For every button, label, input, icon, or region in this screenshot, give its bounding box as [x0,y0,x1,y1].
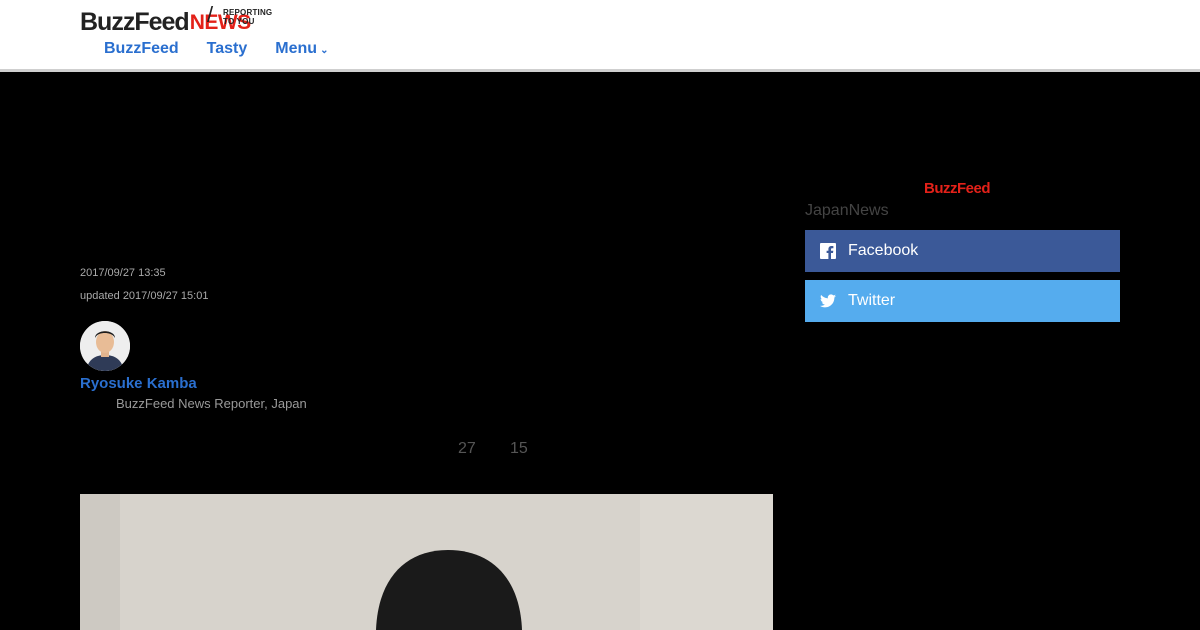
twitter-share-label: Twitter [848,292,896,309]
main-nav: BuzzFeed Tasty Menu ⌄ [104,40,328,60]
nav-item-buzzfeed[interactable]: BuzzFeed [104,40,179,60]
hero-photo [80,494,773,630]
chevron-down-icon: ⌄ [320,45,329,56]
nav-item-tasty[interactable]: Tasty [207,40,248,60]
site-header: BuzzFeed NEWS / REPORTING TO YOU BuzzFee… [0,0,1200,69]
nav-item-menu-label: Menu [275,40,318,57]
author-photo [80,321,130,371]
facebook-icon [820,243,836,259]
sidebar-brand-logo: BuzzFeed [924,180,991,197]
updated-date: updated 2017/09/27 15:01 [80,290,209,302]
author-title: BuzzFeed News Reporter, Japan [116,396,307,411]
author-avatar[interactable] [80,321,130,371]
nav-item-menu[interactable]: Menu ⌄ [275,40,328,60]
header-divider [0,69,1200,72]
twitter-icon [820,293,836,309]
facebook-share-label: Facebook [848,242,919,259]
article-hero-image [80,494,773,630]
logo-slash: / [207,2,214,27]
logo-brand-text: BuzzFeed [80,8,190,36]
facebook-share-button[interactable]: Facebook [805,230,1120,272]
sidebar-label: JapanNews [805,202,889,219]
published-date: 2017/09/27 13:35 [80,267,166,279]
logo-tagline: REPORTING TO YOU [223,8,273,26]
author-name-link[interactable]: Ryosuke Kamba [80,375,197,392]
comment-count: 15 [510,440,528,457]
twitter-share-button[interactable]: Twitter [805,280,1120,322]
share-count: 27 [458,440,476,457]
